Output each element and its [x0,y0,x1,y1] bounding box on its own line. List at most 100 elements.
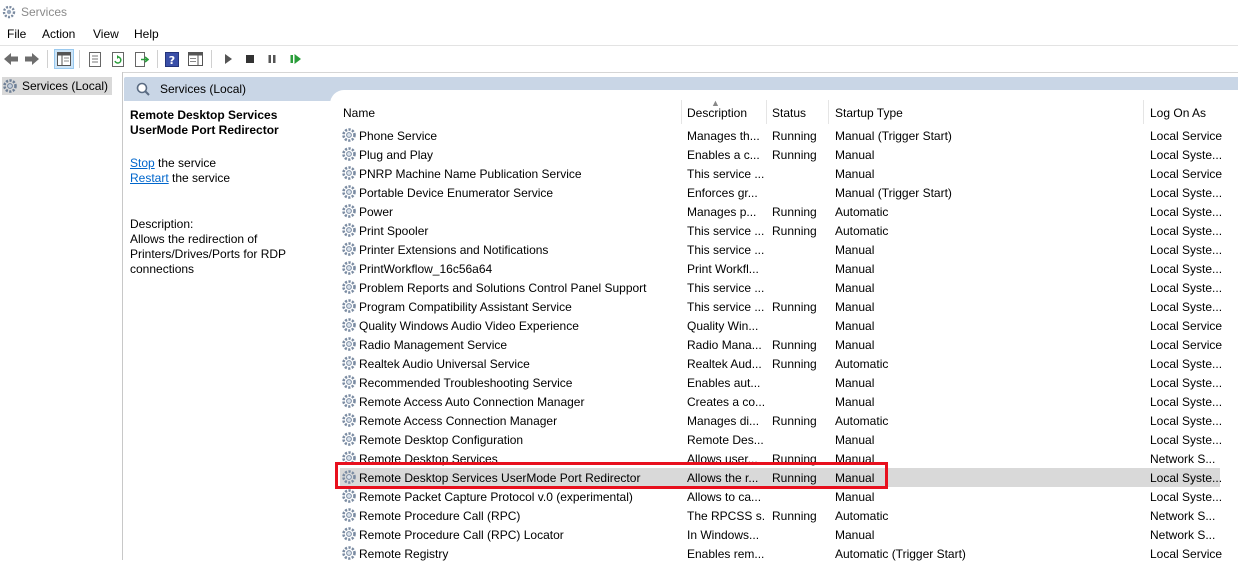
column-header-log-on-as[interactable]: Log On As [1150,106,1206,124]
service-gear-icon [341,241,357,260]
service-status: Running [772,224,817,238]
service-startup-type: Manual [835,262,875,276]
service-gear-icon [341,222,357,241]
service-gear-icon [341,412,357,431]
service-row[interactable]: Radio Management Service Radio Mana... Run… [340,335,1222,354]
service-description: Enables rem... [687,547,765,561]
forward-icon[interactable] [23,50,41,68]
start-service-icon[interactable] [219,50,237,68]
service-log-on-as: Local Syste... [1150,395,1222,409]
stop-service-icon[interactable] [241,50,259,68]
service-description: This service ... [687,167,765,181]
service-status: Running [772,300,817,314]
service-log-on-as: Local Syste... [1150,357,1222,371]
service-description: Manages p... [687,205,757,219]
service-name: Power [359,205,394,219]
export-list-icon[interactable] [132,50,150,68]
service-description: Enables aut... [687,376,761,390]
service-startup-type: Manual [835,338,875,352]
service-row[interactable]: PrintWorkflow_16c56a64 Print Workfl... Man… [340,259,1222,278]
service-log-on-as: Local Service [1150,547,1222,561]
service-name: Remote Access Auto Connection Manager [359,395,585,409]
service-row[interactable]: Remote Packet Capture Protocol v.0 (expe… [340,487,1222,506]
column-header-status[interactable]: Status [772,106,806,124]
restart-link[interactable]: Restart [130,171,169,185]
service-description: Realtek Aud... [687,357,762,371]
pause-service-icon[interactable] [263,50,281,68]
service-description: This service ... [687,224,765,238]
service-gear-icon [341,203,357,222]
service-log-on-as: Local Syste... [1150,490,1222,504]
properties-icon[interactable] [86,50,104,68]
menu-view[interactable]: View [93,27,119,41]
help-icon[interactable]: ? [163,50,181,68]
service-row[interactable]: Problem Reports and Solutions Control Pa… [340,278,1222,298]
service-row[interactable]: Remote Access Connection Manager Manages … [340,411,1222,431]
service-gear-icon [341,279,357,298]
service-row[interactable]: Power Manages p... Running Automatic Local S… [340,202,1222,222]
menu-help[interactable]: Help [134,27,159,41]
service-log-on-as: Local Syste... [1150,148,1222,162]
service-row[interactable]: Remote Procedure Call (RPC) Locator In Wi… [340,525,1220,544]
description-text: Allows the redirection of Printers/Drive… [130,232,286,276]
menu-file[interactable]: File [7,27,26,41]
console-tree: Services (Local) [0,72,123,560]
service-row[interactable]: Remote Registry Enables rem... Automatic (… [340,544,1222,563]
service-row[interactable]: Remote Access Auto Connection Manager Cre… [340,392,1222,412]
service-description: In Windows... [687,528,760,542]
service-row[interactable]: Quality Windows Audio Video Experience Qu… [340,316,1222,335]
service-startup-type: Manual [835,395,875,409]
title-bar: Services [0,0,1238,24]
service-name: Printer Extensions and Notifications [359,243,549,257]
service-row[interactable]: Program Compatibility Assistant Service T… [340,297,1222,316]
back-icon[interactable] [2,50,20,68]
service-row[interactable]: Plug and Play Enables a c... Running Manual… [340,145,1222,164]
tree-node-services-local[interactable]: Services (Local) [2,77,113,95]
service-log-on-as: Local Service [1150,338,1222,352]
service-startup-type: Manual [835,300,875,314]
column-header-startup-type[interactable]: Startup Type [835,106,903,124]
service-startup-type: Manual [835,148,875,162]
service-status: Running [772,205,817,219]
service-gear-icon [341,393,357,412]
service-startup-type: Manual [835,281,875,295]
service-startup-type: Automatic [835,509,889,523]
menu-action[interactable]: Action [42,27,75,41]
service-description: The RPCSS s... [687,509,765,523]
search-gear-icon [136,82,150,96]
stop-link[interactable]: Stop [130,156,155,170]
service-name: Portable Device Enumerator Service [359,186,554,200]
show-hide-action-pane-icon[interactable] [186,50,204,68]
service-row[interactable]: Print Spooler This service ... Running Auto… [340,221,1222,241]
service-log-on-as: Local Syste... [1150,224,1222,238]
service-gear-icon [341,507,357,526]
column-header-description[interactable]: Description [687,106,747,124]
service-row[interactable]: Realtek Audio Universal Service Realtek A… [340,354,1222,373]
service-startup-type: Manual [835,433,875,447]
column-header-name[interactable]: Name [343,106,375,124]
service-row[interactable]: Remote Procedure Call (RPC) The RPCSS s..… [340,506,1220,525]
service-startup-type: Manual [835,490,875,504]
service-log-on-as: Local Service [1150,129,1222,143]
service-description: This service ... [687,281,765,295]
svg-text:?: ? [169,54,175,67]
show-tree-icon[interactable] [54,49,74,69]
service-log-on-as: Local Service [1150,319,1222,333]
service-log-on-as: Local Syste... [1150,414,1222,428]
service-row[interactable]: Printer Extensions and Notifications This… [340,240,1222,260]
service-name: Problem Reports and Solutions Control Pa… [359,281,647,295]
service-startup-type: Automatic [835,205,889,219]
service-row[interactable]: PNRP Machine Name Publication Service Thi… [340,164,1222,183]
service-row[interactable]: Recommended Troubleshooting Service Enabl… [340,373,1222,392]
service-log-on-as: Local Syste... [1150,376,1222,390]
stop-link-suffix: the service [154,156,217,170]
service-name: Realtek Audio Universal Service [359,357,530,371]
selection-highlight-outline [335,462,888,489]
service-row[interactable]: Phone Service Manages th... Running Manual … [340,126,1222,145]
service-description: Manages di... [687,414,760,428]
description-label: Description: [130,217,194,231]
service-row[interactable]: Portable Device Enumerator Service Enforc… [340,183,1222,202]
refresh-icon[interactable] [109,50,127,68]
service-row[interactable]: Remote Desktop Configuration Remote Des..… [340,430,1222,449]
restart-service-icon[interactable] [286,50,304,68]
